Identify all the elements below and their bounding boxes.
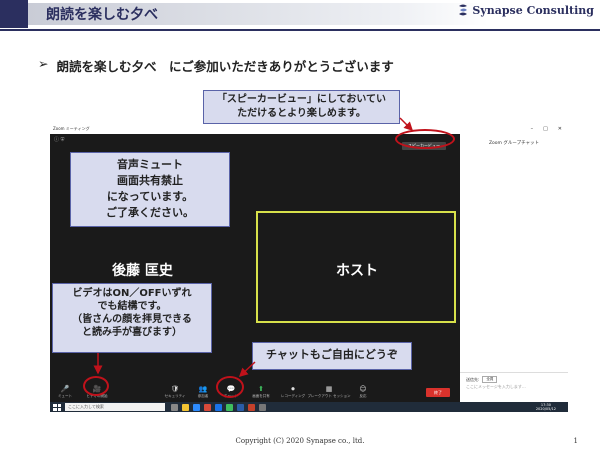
close-icon[interactable]: ✕ [558, 126, 562, 132]
zoom-app-icon[interactable] [193, 403, 200, 411]
participant-name-left: 後藤 匡史 [112, 263, 173, 279]
copyright-text: Copyright (C) 2020 Synapse co., ltd. [235, 437, 365, 445]
clock-date: 2020/05/12 [535, 407, 556, 411]
callout-video-line4: と読み手が喜びます） [82, 327, 182, 338]
security-icon: 🛡 [170, 385, 180, 393]
end-meeting-button[interactable]: 終了 [426, 388, 450, 397]
callout-mute-line1: 音声ミュート [117, 158, 183, 171]
bullet-arrow-icon: ➢ [38, 56, 49, 71]
callout-video-line3: （皆さんの顔を拝見できる [72, 314, 192, 325]
slide-subtitle: ➢ 朗読を楽しむ夕べ にご参加いただきありがとうございます [38, 56, 394, 75]
app-icon[interactable] [259, 403, 266, 411]
company-logo: Synapse Consulting [457, 3, 594, 17]
header-underline [0, 29, 600, 31]
share-screen-icon: ⬆ [258, 385, 264, 393]
info-icon[interactable]: ⓘ ⛨ [54, 136, 64, 143]
share-screen-button[interactable]: ⬆ 画面を共有 [248, 385, 274, 399]
highlight-ring-video [83, 376, 109, 396]
maximize-icon[interactable]: □ [543, 126, 548, 132]
taskbar-search-text: ここに入力して検索 [68, 404, 104, 409]
chat-input[interactable]: ここにメッセージを入力します... [466, 384, 526, 390]
zoom-toolbar: 🎤 ミュート 🎥 ビデオの開始 🛡 セキュリティ 👥 参加者 💬 チャット ⬆ … [50, 384, 460, 402]
participants-icon: 👥 [198, 385, 208, 393]
windows-start-icon[interactable] [53, 403, 61, 411]
participants-label: 参加者 [197, 394, 209, 398]
callout-video-line1: ビデオはON／OFFいずれ [72, 288, 192, 299]
reaction-icon: ☺ [359, 385, 367, 393]
chat-recipient: 送信先: 全員 [466, 376, 498, 383]
record-label: レコーディング [280, 394, 306, 398]
share-screen-label: 画面を共有 [252, 394, 270, 398]
callout-mute-notice: 音声ミュート 画面共有禁止 になっています。 ご了承ください。 [70, 152, 230, 227]
callout-mute-line3: になっています。 [106, 190, 194, 203]
breakout-icon: ▦ [325, 385, 333, 393]
participant-name-host: ホスト [336, 263, 378, 279]
mute-button[interactable]: 🎤 ミュート [52, 385, 78, 399]
callout-mute-line4: ご了承ください。 [106, 206, 194, 219]
callout-speaker-line1: 「スピーカービュー」にしておいてい [216, 94, 387, 105]
synapse-logo-icon [459, 4, 468, 16]
chat-to-label: 送信先: [466, 376, 480, 382]
logo-text: Synapse Consulting [472, 3, 594, 17]
mute-label: ミュート [58, 394, 72, 398]
participants-button[interactable]: 👥 参加者 [190, 385, 216, 399]
chat-recipient-select[interactable]: 全員 [482, 376, 498, 383]
word-icon[interactable] [237, 403, 244, 411]
office-icon[interactable] [204, 403, 211, 411]
record-icon: ⏺ [291, 385, 295, 393]
chat-panel: Zoom グループチャット 送信先: 全員 ここにメッセージを入力します... [460, 134, 568, 402]
page-number: 1 [573, 437, 578, 445]
highlight-ring-speaker-view [395, 129, 455, 149]
chrome-icon[interactable] [226, 403, 233, 411]
slide-title: 朗読を楽しむ夕べ [46, 7, 158, 23]
taskview-icon[interactable] [171, 403, 178, 411]
taskbar-apps [171, 403, 266, 411]
zoom-window-title: Zoom ミーティング [53, 126, 90, 131]
zoom-titlebar: Zoom ミーティング – □ ✕ [50, 124, 568, 134]
callout-video-line2: でも結構です。 [97, 301, 167, 312]
callout-chat-notice: チャットもご自由にどうぞ [252, 342, 412, 370]
breakout-label: ブレークアウト セッション [307, 394, 351, 398]
mic-icon: 🎤 [60, 385, 70, 393]
window-controls: – □ ✕ [531, 126, 568, 132]
callout-video-notice: ビデオはON／OFFいずれ でも結構です。 （皆さんの顔を拝見できる と読み手が… [52, 283, 212, 353]
chat-divider [460, 372, 568, 373]
record-button[interactable]: ⏺ レコーディング [280, 385, 306, 399]
taskbar-clock[interactable]: 17:30 2020/05/12 [536, 403, 556, 411]
header-accent-block [0, 0, 28, 28]
reaction-label: 反応 [359, 394, 367, 398]
subtitle-text: 朗読を楽しむ夕べ にご参加いただきありがとうございます [56, 59, 394, 74]
security-button[interactable]: 🛡 セキュリティ [162, 385, 188, 399]
slide-header: 朗読を楽しむ夕べ Synapse Consulting [0, 0, 600, 28]
windows-taskbar: ここに入力して検索 17:30 2020/05/12 [50, 402, 568, 412]
breakout-button[interactable]: ▦ ブレークアウト セッション [307, 385, 350, 399]
mail-icon[interactable] [215, 403, 222, 411]
minimize-icon[interactable]: – [531, 126, 534, 132]
chat-panel-title: Zoom グループチャット [488, 141, 540, 146]
callout-speaker-view: 「スピーカービュー」にしておいてい ただけるとより楽しめます。 [203, 90, 400, 124]
reaction-button[interactable]: ☺ 反応 [350, 385, 376, 399]
highlight-ring-chat [216, 376, 244, 398]
explorer-icon[interactable] [182, 403, 189, 411]
taskbar-search-input[interactable]: ここに入力して検索 [65, 403, 165, 411]
powerpoint-icon[interactable] [248, 403, 255, 411]
security-label: セキュリティ [164, 394, 186, 398]
callout-speaker-line2: ただけるとより楽しめます。 [237, 108, 366, 119]
callout-mute-line2: 画面共有禁止 [117, 174, 183, 187]
